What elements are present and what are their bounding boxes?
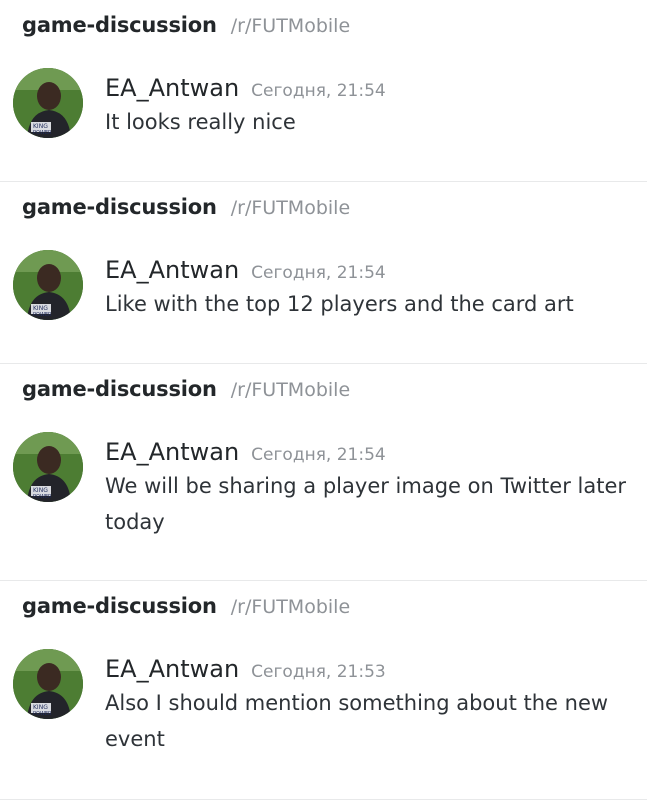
channel-header: game-discussion /r/FUTMobile xyxy=(22,13,350,37)
server-name[interactable]: /r/FUTMobile xyxy=(231,379,350,401)
server-name[interactable]: /r/FUTMobile xyxy=(231,197,350,219)
message-block: game-discussion /r/FUTMobile KING POWER … xyxy=(0,0,647,182)
channel-name[interactable]: game-discussion xyxy=(22,13,217,37)
avatar[interactable]: KING POWER xyxy=(13,250,83,320)
timestamp: Сегодня, 21:53 xyxy=(251,662,386,682)
player-avatar-icon: KING POWER xyxy=(13,250,83,320)
svg-text:POWER: POWER xyxy=(33,494,52,500)
message: KING POWER EA_Antwan Сегодня, 21:54 We w… xyxy=(13,432,633,540)
svg-text:POWER: POWER xyxy=(33,711,52,717)
avatar[interactable]: KING POWER xyxy=(13,649,83,719)
message-text: Like with the top 12 players and the car… xyxy=(105,292,574,316)
avatar[interactable]: KING POWER xyxy=(13,432,83,502)
svg-text:KING: KING xyxy=(33,305,48,312)
message: KING POWER EA_Antwan Сегодня, 21:54 Like… xyxy=(13,250,633,322)
author-name[interactable]: EA_Antwan xyxy=(105,655,239,683)
channel-name[interactable]: game-discussion xyxy=(22,377,217,401)
channel-name[interactable]: game-discussion xyxy=(22,195,217,219)
message-text: Also I should mention something about th… xyxy=(105,691,609,751)
author-name[interactable]: EA_Antwan xyxy=(105,438,239,466)
message: KING POWER EA_Antwan Сегодня, 21:53 Also… xyxy=(13,649,633,757)
server-name[interactable]: /r/FUTMobile xyxy=(231,596,350,618)
message: KING POWER EA_Antwan Сегодня, 21:54 It l… xyxy=(13,68,633,140)
message-block: game-discussion /r/FUTMobile KING POWER … xyxy=(0,364,647,581)
player-avatar-icon: KING POWER xyxy=(13,68,83,138)
server-name[interactable]: /r/FUTMobile xyxy=(231,15,350,37)
timestamp: Сегодня, 21:54 xyxy=(251,81,386,101)
player-avatar-icon: KING POWER xyxy=(13,432,83,502)
svg-text:POWER: POWER xyxy=(33,130,52,136)
svg-text:KING: KING xyxy=(33,704,48,711)
channel-header: game-discussion /r/FUTMobile xyxy=(22,594,350,618)
channel-header: game-discussion /r/FUTMobile xyxy=(22,195,350,219)
svg-text:KING: KING xyxy=(33,123,48,130)
author-name[interactable]: EA_Antwan xyxy=(105,74,239,102)
svg-text:POWER: POWER xyxy=(33,312,52,318)
avatar[interactable]: KING POWER xyxy=(13,68,83,138)
message-feed: game-discussion /r/FUTMobile KING POWER … xyxy=(0,0,647,800)
channel-name[interactable]: game-discussion xyxy=(22,594,217,618)
channel-header: game-discussion /r/FUTMobile xyxy=(22,377,350,401)
message-text: It looks really nice xyxy=(105,110,296,134)
svg-text:KING: KING xyxy=(33,487,48,494)
player-avatar-icon: KING POWER xyxy=(13,649,83,719)
author-name[interactable]: EA_Antwan xyxy=(105,256,239,284)
message-text: We will be sharing a player image on Twi… xyxy=(105,474,627,534)
message-block: game-discussion /r/FUTMobile KING POWER … xyxy=(0,581,647,800)
timestamp: Сегодня, 21:54 xyxy=(251,263,386,283)
timestamp: Сегодня, 21:54 xyxy=(251,445,386,465)
message-block: game-discussion /r/FUTMobile KING POWER … xyxy=(0,182,647,364)
